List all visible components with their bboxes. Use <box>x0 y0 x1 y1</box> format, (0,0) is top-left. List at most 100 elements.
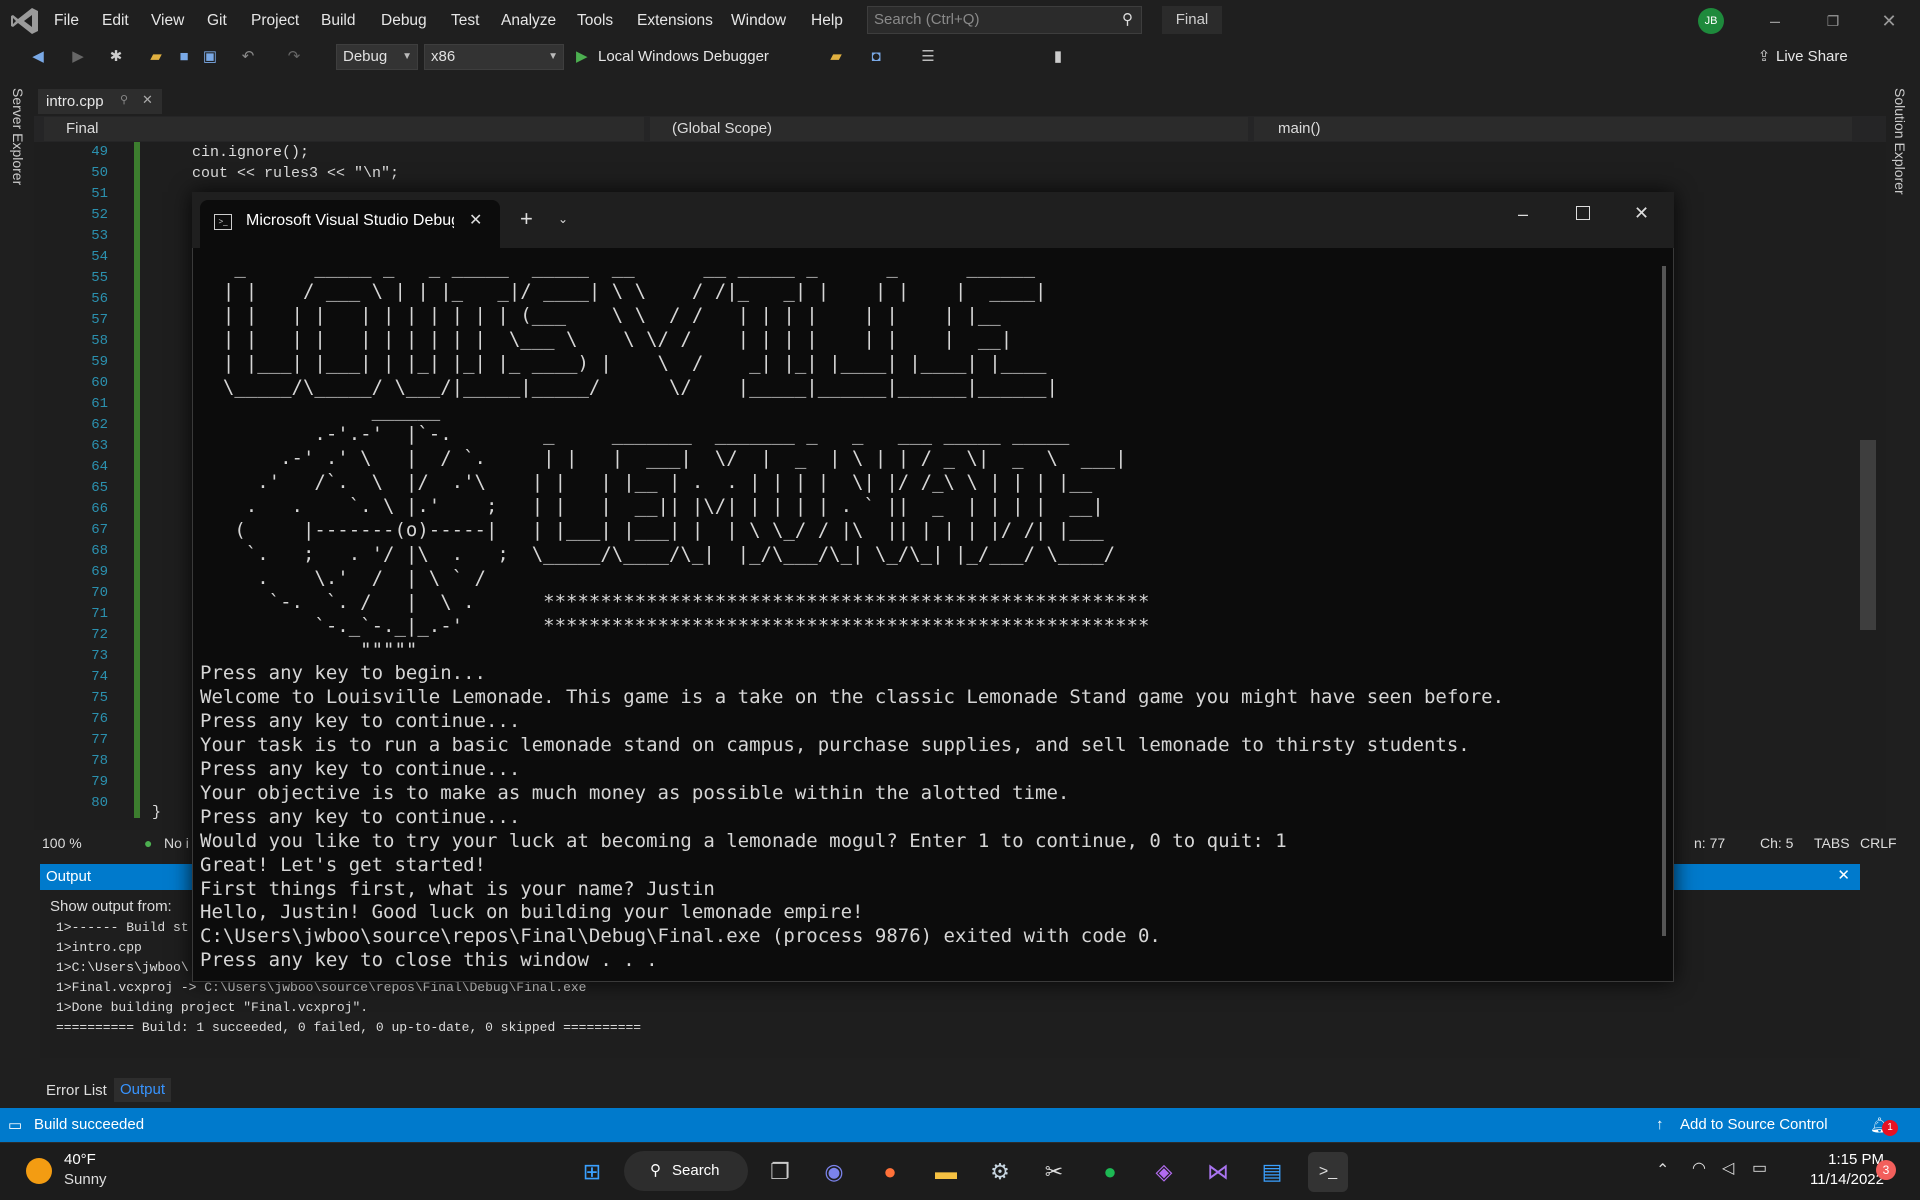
redo-icon[interactable]: ↷ <box>284 46 304 68</box>
menu-debug[interactable]: Debug <box>381 9 427 33</box>
member-dropdown[interactable]: main() <box>1254 117 1852 141</box>
teams-icon[interactable]: ◉ <box>814 1152 854 1192</box>
console-output: _ _____ _ _ _____ _____ __ __ _____ _ _ … <box>200 256 1505 972</box>
back-icon[interactable]: ◀ <box>28 46 48 68</box>
notepad-icon[interactable]: ▤ <box>1252 1152 1292 1192</box>
line-number: 65 <box>91 480 108 496</box>
bookmark-icon[interactable]: ▮ <box>1048 46 1068 68</box>
project-scope-dropdown[interactable]: Final <box>44 117 644 141</box>
restore-icon[interactable]: ❐ <box>1818 8 1848 34</box>
taskbar-search[interactable]: ⚲ Search <box>624 1151 748 1191</box>
play-icon[interactable]: ▶ <box>576 47 588 65</box>
firefox-icon[interactable]: ● <box>870 1152 910 1192</box>
line-number: 67 <box>91 522 108 538</box>
weather-temp[interactable]: 40°F <box>64 1151 96 1168</box>
task-view-icon[interactable]: ❐ <box>760 1152 800 1192</box>
chevron-up-icon[interactable]: ⌃ <box>1656 1160 1669 1180</box>
notification-badge[interactable]: 3 <box>1876 1160 1896 1180</box>
folder-icon[interactable]: ▰ <box>826 46 846 68</box>
volume-icon[interactable]: ◁ <box>1722 1158 1734 1178</box>
console-scrollbar[interactable] <box>1662 266 1666 936</box>
menu-test[interactable]: Test <box>451 9 479 33</box>
line-ending-indicator[interactable]: CRLF <box>1860 835 1897 851</box>
menu-git[interactable]: Git <box>207 9 227 33</box>
tabs-indicator[interactable]: TABS <box>1814 835 1850 851</box>
solution-explorer-tab[interactable]: Solution Explorer <box>1892 88 1908 195</box>
menu-tools[interactable]: Tools <box>577 9 613 33</box>
tab-output[interactable]: Output <box>114 1078 172 1102</box>
build-status-icon: ▭ <box>8 1117 23 1134</box>
search-input[interactable]: Search (Ctrl+Q) ⚲ <box>867 6 1142 34</box>
platform-dropdown[interactable]: x86 ▼ <box>424 44 564 70</box>
line-number: 73 <box>91 648 108 664</box>
close-tab-icon[interactable]: ✕ <box>469 210 482 230</box>
menu-edit[interactable]: Edit <box>102 9 129 33</box>
line-number: 75 <box>91 690 108 706</box>
search-icon: ⚲ <box>650 1162 661 1179</box>
save-all-icon[interactable]: ▣ <box>200 46 220 68</box>
live-share-button[interactable]: Live Share <box>1776 46 1848 68</box>
browser-icon[interactable]: ◘ <box>866 46 886 68</box>
console-maximize-icon[interactable] <box>1576 206 1590 220</box>
document-tab-row <box>34 88 1886 114</box>
menu-extensions[interactable]: Extensions <box>637 9 713 33</box>
chevron-down-icon[interactable]: ⌄ <box>558 212 568 226</box>
new-tab-icon[interactable]: + <box>520 206 533 232</box>
new-item-icon[interactable]: ✱ <box>106 46 126 68</box>
scrollbar-thumb[interactable] <box>1860 440 1876 630</box>
open-icon[interactable]: ▰ <box>146 46 166 68</box>
menu-project[interactable]: Project <box>251 9 299 33</box>
menu-analyze[interactable]: Analyze <box>501 9 556 33</box>
spotify-icon[interactable]: ● <box>1090 1152 1130 1192</box>
app-icon[interactable]: ◈ <box>1144 1152 1184 1192</box>
weather-condition[interactable]: Sunny <box>64 1171 107 1188</box>
forward-icon[interactable]: ▶ <box>68 46 88 68</box>
line-number: 57 <box>91 312 108 328</box>
menu-window[interactable]: Window <box>731 9 786 33</box>
save-icon[interactable]: ■ <box>174 46 194 68</box>
output-line: 1>C:\Users\jwboo\ <box>56 960 189 975</box>
step-icon[interactable]: ☰ <box>918 46 938 68</box>
start-icon[interactable]: ⊞ <box>572 1152 612 1192</box>
line-number: 55 <box>91 270 108 286</box>
close-panel-icon[interactable]: ✕ <box>1837 866 1850 884</box>
add-to-source-control[interactable]: Add to Source Control <box>1680 1116 1828 1133</box>
avatar[interactable]: JB <box>1698 8 1724 34</box>
clock-time[interactable]: 1:15 PM <box>1804 1151 1884 1168</box>
terminal-icon[interactable]: >_ <box>1308 1152 1348 1192</box>
close-tab-icon[interactable]: ✕ <box>142 92 153 108</box>
console-close-icon[interactable]: ✕ <box>1634 203 1649 224</box>
snipping-tool-icon[interactable]: ✂ <box>1034 1152 1074 1192</box>
tab-error-list[interactable]: Error List <box>46 1082 107 1099</box>
menu-help[interactable]: Help <box>811 9 843 33</box>
global-scope-dropdown[interactable]: (Global Scope) <box>650 117 1248 141</box>
line-indicator: n: 77 <box>1694 835 1726 851</box>
visual-studio-icon[interactable]: ⋈ <box>1198 1152 1238 1192</box>
wifi-icon[interactable]: ◠ <box>1692 1158 1706 1178</box>
steam-icon[interactable]: ⚙ <box>980 1152 1020 1192</box>
line-number: 60 <box>91 375 108 391</box>
line-number: 50 <box>91 165 108 181</box>
start-debugging-button[interactable]: Local Windows Debugger <box>598 44 769 70</box>
pin-icon[interactable]: ⚲ <box>120 93 128 106</box>
line-number: 69 <box>91 564 108 580</box>
live-share-icon[interactable]: ⇪ <box>1754 46 1774 68</box>
line-number: 72 <box>91 627 108 643</box>
tab-intro-cpp[interactable]: intro.cpp ⚲ ✕ <box>38 89 162 114</box>
menu-view[interactable]: View <box>151 9 184 33</box>
config-dropdown[interactable]: Debug ▼ <box>336 44 418 70</box>
server-explorer-tab[interactable]: Server Explorer <box>10 88 26 185</box>
zoom-level[interactable]: 100 % <box>42 835 82 851</box>
issues-text[interactable]: No i <box>164 835 189 851</box>
clock-date[interactable]: 11/14/2022 <box>1796 1171 1884 1188</box>
menu-build[interactable]: Build <box>321 9 355 33</box>
console-minimize-icon[interactable]: – <box>1518 204 1528 225</box>
weather-sun-icon[interactable] <box>26 1158 52 1184</box>
file-explorer-icon[interactable]: ▬ <box>926 1152 966 1192</box>
battery-icon[interactable]: ▭ <box>1752 1158 1767 1178</box>
minimize-icon[interactable]: – <box>1760 8 1790 34</box>
line-number: 56 <box>91 291 108 307</box>
menu-file[interactable]: File <box>54 9 79 33</box>
undo-icon[interactable]: ↶ <box>238 46 258 68</box>
close-icon[interactable]: ✕ <box>1874 8 1904 34</box>
